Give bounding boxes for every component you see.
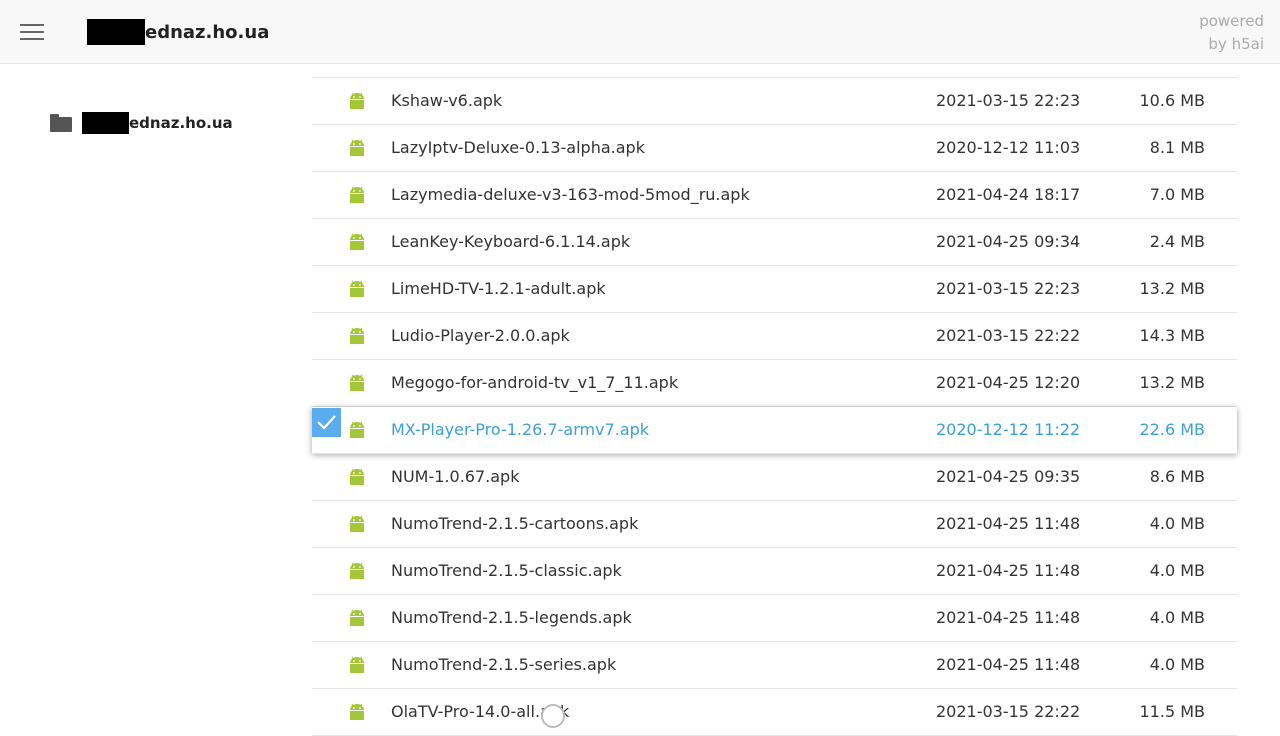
sidebar-tree-root[interactable]: ednaz.ho.ua: [50, 112, 233, 134]
android-apk-icon: [348, 562, 366, 579]
redaction-block: [87, 19, 145, 45]
file-date: 2021-04-25 09:35: [936, 467, 1081, 486]
file-name[interactable]: NumoTrend-2.1.5-series.apk: [391, 655, 616, 674]
android-apk-icon: [348, 609, 366, 626]
file-size: 13.2 MB: [1139, 373, 1206, 392]
file-name[interactable]: NumoTrend-2.1.5-legends.apk: [391, 608, 632, 627]
file-date: 2021-03-15 22:22: [936, 326, 1081, 345]
file-date: 2021-04-25 11:48: [936, 655, 1081, 674]
file-row[interactable]: LazyIptv-Deluxe-0.13-alpha.apk 2020-12-12…: [312, 125, 1237, 172]
file-row[interactable]: NumoTrend-2.1.5-classic.apk 2021-04-25 11…: [312, 548, 1237, 595]
file-name[interactable]: NumoTrend-2.1.5-cartoons.apk: [391, 514, 638, 533]
breadcrumb-root[interactable]: ednaz.ho.ua: [87, 19, 269, 45]
android-apk-icon: [348, 233, 366, 250]
android-apk-icon: [348, 327, 366, 344]
file-name[interactable]: LeanKey-Keyboard-6.1.14.apk: [391, 232, 630, 251]
android-apk-icon: [348, 703, 366, 720]
file-size: 4.0 MB: [1149, 561, 1205, 580]
file-name[interactable]: NUM-1.0.67.apk: [391, 467, 519, 486]
android-apk-icon: [348, 515, 366, 532]
file-name[interactable]: Kshaw-v6.apk: [391, 91, 502, 110]
android-apk-icon: [348, 92, 366, 109]
android-apk-icon: [348, 374, 366, 391]
file-name[interactable]: NumoTrend-2.1.5-classic.apk: [391, 561, 622, 580]
file-row[interactable]: Ludio-Player-2.0.0.apk 2021-03-15 22:22 14…: [312, 313, 1237, 360]
file-date: 2021-04-25 12:20: [936, 373, 1081, 392]
file-size: 22.6 MB: [1139, 420, 1206, 439]
powered-line-1: powered: [1199, 12, 1264, 30]
android-apk-icon: [348, 656, 366, 673]
file-date: 2021-04-24 18:17: [936, 185, 1081, 204]
powered-by-link[interactable]: powered by h5ai: [1199, 10, 1264, 56]
file-row[interactable]: Megogo-for-android-tv_v1_7_11.apk 2021-04…: [312, 360, 1237, 407]
file-row[interactable]: MX-Player-Pro-1.26.7-armv7.apk 2020-12-12…: [312, 407, 1237, 454]
file-date: 2021-04-25 09:34: [936, 232, 1081, 251]
file-date: 2021-04-25 11:48: [936, 514, 1081, 533]
file-size: 4.0 MB: [1149, 514, 1205, 533]
android-apk-icon: [348, 421, 366, 438]
file-size: 13.2 MB: [1139, 279, 1206, 298]
file-row[interactable]: Lazymedia-deluxe-v3-163-mod-5mod_ru.apk 2…: [312, 172, 1237, 219]
file-date: 2020-12-12 11:22: [936, 420, 1081, 439]
file-name[interactable]: Ludio-Player-2.0.0.apk: [391, 326, 570, 345]
powered-line-2: by h5ai: [1208, 35, 1264, 53]
file-row[interactable]: LimeHD-TV-1.2.1-adult.apk 2021-03-15 22:2…: [312, 266, 1237, 313]
file-row[interactable]: LeanKey-Keyboard-6.1.14.apk 2021-04-25 09…: [312, 219, 1237, 266]
breadcrumb-label: ednaz.ho.ua: [145, 21, 270, 43]
file-date: 2021-03-15 22:23: [936, 91, 1081, 110]
file-size: 11.5 MB: [1139, 702, 1206, 721]
file-size: 4.0 MB: [1149, 655, 1205, 674]
file-list: Kshaw-v6.apk 2021-03-15 22:23 10.6 MB Lazy…: [312, 77, 1237, 736]
file-name[interactable]: Megogo-for-android-tv_v1_7_11.apk: [391, 373, 678, 392]
file-size: 4.0 MB: [1149, 608, 1205, 627]
file-row[interactable]: NUM-1.0.67.apk 2021-04-25 09:35 8.6 MB: [312, 454, 1237, 501]
file-row[interactable]: Kshaw-v6.apk 2021-03-15 22:23 10.6 MB: [312, 78, 1237, 125]
file-date: 2021-03-15 22:22: [936, 702, 1081, 721]
checkbox-checked-icon[interactable]: [312, 408, 341, 437]
sidebar-folder-label: ednaz.ho.ua: [129, 114, 233, 132]
file-size: 2.4 MB: [1149, 232, 1205, 251]
hamburger-menu-icon[interactable]: [20, 24, 44, 42]
file-name[interactable]: LimeHD-TV-1.2.1-adult.apk: [391, 279, 606, 298]
file-date: 2020-12-12 11:03: [936, 138, 1081, 157]
file-size: 10.6 MB: [1139, 91, 1206, 110]
redaction-block: [82, 112, 129, 134]
file-date: 2021-04-25 11:48: [936, 561, 1081, 580]
file-row[interactable]: NumoTrend-2.1.5-series.apk 2021-04-25 11:…: [312, 642, 1237, 689]
android-apk-icon: [348, 468, 366, 485]
android-apk-icon: [348, 186, 366, 203]
file-date: 2021-03-15 22:23: [936, 279, 1081, 298]
file-size: 8.6 MB: [1149, 467, 1205, 486]
file-row[interactable]: NumoTrend-2.1.5-cartoons.apk 2021-04-25 1…: [312, 501, 1237, 548]
file-name[interactable]: Lazymedia-deluxe-v3-163-mod-5mod_ru.apk: [391, 185, 750, 204]
file-size: 8.1 MB: [1149, 138, 1205, 157]
file-name[interactable]: MX-Player-Pro-1.26.7-armv7.apk: [391, 420, 649, 439]
file-date: 2021-04-25 11:48: [936, 608, 1081, 627]
android-apk-icon: [348, 280, 366, 297]
folder-icon: [50, 114, 72, 132]
file-row[interactable]: OlaTV-Pro-14.0-all.apk 2021-03-15 22:22 11…: [312, 689, 1237, 736]
file-name[interactable]: LazyIptv-Deluxe-0.13-alpha.apk: [391, 138, 645, 157]
android-apk-icon: [348, 139, 366, 156]
file-size: 7.0 MB: [1149, 185, 1205, 204]
loading-spinner-icon: [541, 704, 565, 728]
file-size: 14.3 MB: [1139, 326, 1206, 345]
file-row[interactable]: NumoTrend-2.1.5-legends.apk 2021-04-25 11…: [312, 595, 1237, 642]
top-bar: ednaz.ho.ua powered by h5ai: [0, 0, 1280, 64]
